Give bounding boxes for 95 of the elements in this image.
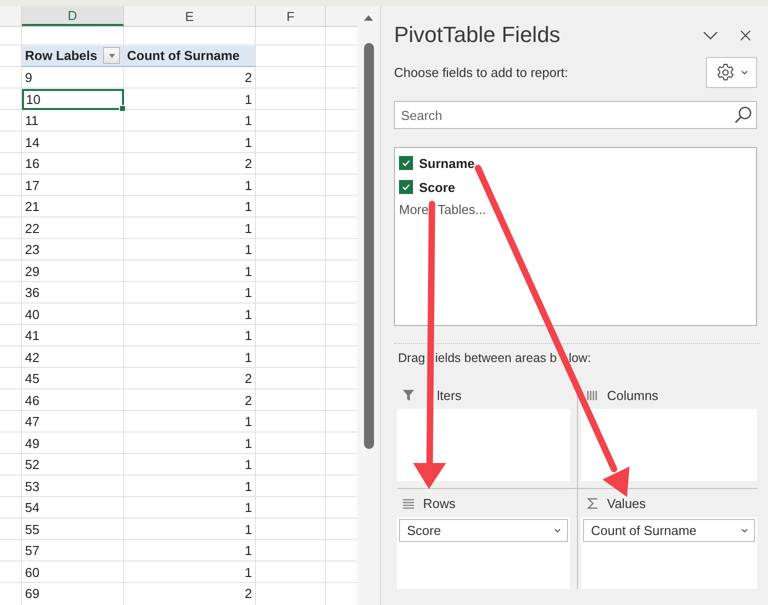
column-header[interactable]: F — [256, 6, 326, 26]
instruction-text: Drag — [398, 350, 426, 366]
table-cell[interactable]: 46 — [22, 390, 124, 411]
table-cell-text: 1 — [244, 241, 253, 260]
column-heading: Row Labels — [25, 48, 98, 64]
table-cell-text: 2 — [244, 585, 253, 604]
table-cell-text: 2 — [244, 69, 253, 88]
table-cell-text: 1 — [244, 542, 253, 560]
table-cell-text: 1 — [244, 284, 253, 302]
table-cell-text: 1 — [244, 478, 253, 496]
table-cell[interactable]: 49 — [22, 432, 124, 454]
table-cell[interactable]: 54 — [22, 497, 124, 518]
table-cell[interactable]: 17 — [22, 174, 124, 196]
table-cell[interactable]: 42 — [22, 346, 124, 368]
table-cell-text: 1 — [244, 348, 253, 367]
column-header[interactable]: E — [124, 6, 256, 26]
table-cell[interactable]: 11 — [22, 110, 124, 132]
table-cell-text: 2 — [244, 155, 253, 174]
caret-icon — [108, 54, 114, 58]
table-cell[interactable]: 57 — [22, 540, 124, 562]
drop-area[interactable]: Score — [397, 517, 570, 589]
field-label[interactable]: Surname — [419, 156, 475, 170]
sum-icon — [586, 496, 599, 510]
pane-title: PivotTable Fields — [394, 22, 560, 48]
table-cell-text: 1 — [244, 220, 253, 238]
chevron-down-icon[interactable] — [703, 30, 718, 40]
field-label[interactable]: Score — [419, 180, 456, 194]
table-cell-text: 1 — [244, 564, 253, 582]
area-label: lters — [437, 388, 462, 402]
more-tables-link[interactable]: Tables... — [438, 202, 486, 217]
table-cell[interactable]: 55 — [22, 518, 124, 540]
table-cell[interactable]: 60 — [22, 562, 124, 583]
table-cell[interactable]: 40 — [22, 304, 124, 325]
table-cell[interactable]: 10 — [22, 88, 124, 110]
search-field[interactable]: Search — [394, 101, 757, 129]
instruction-text: low: — [568, 350, 591, 366]
table-cell[interactable]: 22 — [22, 218, 124, 239]
table-cell[interactable]: 29 — [22, 260, 124, 282]
field-dropdown[interactable]: Score — [399, 519, 568, 542]
table-cell[interactable]: 52 — [22, 454, 124, 476]
table-cell-text: 2 — [244, 370, 253, 388]
table-cell[interactable]: 23 — [22, 239, 124, 260]
drop-area[interactable] — [581, 409, 757, 481]
caret-icon — [554, 528, 561, 533]
checkbox[interactable] — [399, 180, 413, 194]
table-cell-text: 1 — [244, 112, 253, 130]
column-heading: Count of Surname — [124, 46, 256, 67]
table-cell-text: 1 — [244, 499, 253, 518]
field-dropdown[interactable]: Count of Surname — [583, 519, 755, 542]
area-label: Columns — [607, 388, 658, 402]
drop-area[interactable] — [397, 409, 570, 481]
column-header[interactable]: D — [22, 6, 124, 26]
table-cell[interactable]: 16 — [22, 153, 124, 174]
drop-area[interactable]: Count of Surname — [581, 517, 757, 589]
table-cell-text: 1 — [244, 306, 253, 324]
table-cell[interactable]: 45 — [22, 368, 124, 390]
area-label: Values — [607, 496, 646, 510]
table-cell[interactable]: 14 — [22, 132, 124, 153]
table-cell-text: 1 — [244, 327, 253, 346]
columns-icon — [586, 388, 599, 402]
filter-button[interactable] — [103, 47, 120, 64]
table-cell[interactable]: 36 — [22, 282, 124, 304]
table-cell-text: 1 — [244, 413, 253, 432]
table-cell-text: 1 — [244, 456, 253, 474]
table-cell-text: 1 — [244, 520, 253, 539]
instruction-text: ields between areas b — [435, 350, 557, 366]
settings-button[interactable] — [706, 57, 757, 88]
rows-icon — [402, 496, 415, 510]
scrollbar[interactable] — [357, 6, 380, 605]
table-cell-text: 1 — [244, 198, 253, 216]
table-cell[interactable]: 41 — [22, 325, 124, 346]
table-cell[interactable]: 21 — [22, 196, 124, 218]
table-cell-text: 1 — [244, 90, 253, 109]
table-cell[interactable]: 9 — [22, 67, 124, 88]
table-cell-text: 2 — [244, 392, 253, 410]
filter-icon — [402, 388, 415, 402]
close-icon[interactable] — [740, 30, 751, 40]
scroll-up-icon[interactable] — [364, 15, 373, 21]
scrollbar-thumb[interactable] — [364, 43, 374, 449]
instruction-text: Choose fields to add to report: — [394, 65, 568, 80]
table-cell-text: 1 — [244, 134, 253, 152]
area-label: Rows — [423, 496, 456, 510]
table-cell[interactable]: 69 — [22, 583, 124, 604]
table-cell[interactable]: 53 — [22, 476, 124, 497]
table-cell-text: 1 — [244, 176, 253, 195]
fill-handle[interactable] — [119, 105, 126, 112]
search-icon[interactable] — [734, 106, 752, 124]
table-cell[interactable]: 47 — [22, 411, 124, 432]
checkbox[interactable] — [399, 156, 413, 170]
table-cell-text: 1 — [244, 434, 253, 453]
more-tables-link[interactable]: More — [399, 202, 429, 217]
gear-icon — [716, 63, 734, 82]
caret-icon — [741, 528, 748, 533]
table-cell-text: 1 — [244, 262, 253, 281]
caret-icon — [740, 70, 748, 75]
